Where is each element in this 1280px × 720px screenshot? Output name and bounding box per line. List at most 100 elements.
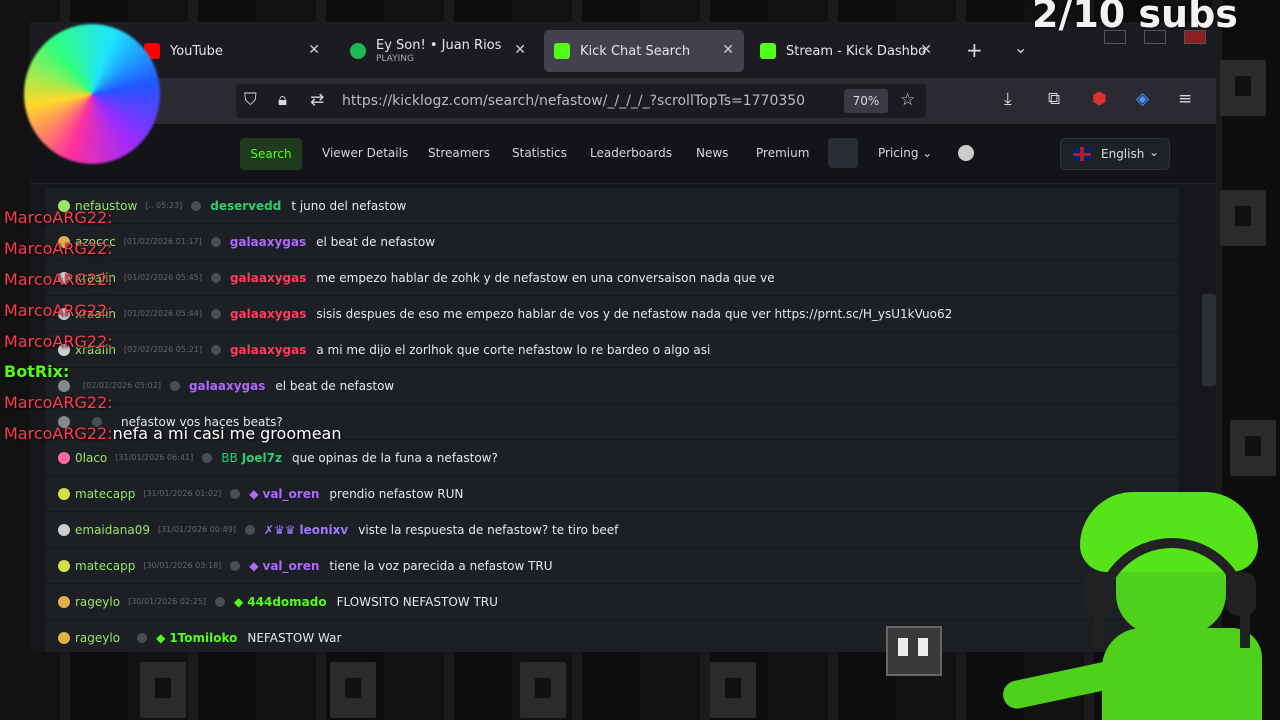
channel-username[interactable]: emaidana09 — [75, 523, 150, 537]
background-tile — [520, 662, 566, 718]
channel-username[interactable]: rageylo — [75, 595, 120, 609]
message-text: viste la respuesta de nefastow? te tiro … — [358, 522, 619, 537]
account-icon[interactable] — [958, 145, 974, 161]
info-icon[interactable] — [230, 560, 241, 571]
scrollbar[interactable] — [1202, 294, 1216, 386]
shield-icon[interactable]: ⛉ — [244, 90, 257, 110]
tab-title: YouTube — [170, 43, 223, 59]
close-icon[interactable]: ✕ — [308, 42, 320, 58]
nav-pricing-label: Pricing — [878, 146, 919, 160]
chat-row[interactable]: rageylo ◆ 1Tomiloko NEFASTOW War — [46, 620, 1178, 652]
subs-counter: 2/10 subs — [1032, 0, 1238, 36]
sender-name[interactable]: leonixv — [300, 523, 349, 537]
close-icon[interactable]: ✕ — [722, 42, 734, 58]
tab-music[interactable]: Ey Son! • Juan Rios PLAYING ✕ — [340, 30, 536, 72]
nav-pricing[interactable]: Pricing ⌄ — [878, 146, 932, 160]
ublock-icon[interactable]: ⬢ — [1092, 89, 1107, 109]
avatar — [58, 595, 70, 608]
discord-icon[interactable] — [828, 138, 858, 168]
overlay-chat-name: MarcoARG22: — [4, 393, 113, 412]
nav-streamers[interactable]: Streamers — [428, 146, 490, 160]
sender-name[interactable]: val_oren — [263, 487, 320, 501]
extension-icon[interactable]: ◈ — [1136, 89, 1149, 109]
sender-name[interactable]: val_oren — [263, 559, 320, 573]
overlay-chat-line: BotRix: — [4, 362, 69, 381]
overlay-chat-name: MarcoARG22: — [4, 424, 113, 443]
uk-flag-icon — [1073, 147, 1091, 161]
avatar — [58, 631, 70, 644]
info-icon[interactable] — [244, 524, 255, 535]
bookmark-star-icon[interactable]: ☆ — [900, 90, 915, 110]
spotify-icon — [350, 43, 366, 59]
extensions-icon[interactable]: ⧉ — [1048, 89, 1060, 109]
message-text: tiene la voz parecida a nefastow TRU — [329, 558, 553, 573]
tab-kick-dashboard[interactable]: Stream - Kick Dashbo ✕ — [750, 30, 942, 72]
info-icon[interactable] — [230, 488, 241, 499]
background-tile — [330, 662, 376, 718]
tab-title-text: Ey Son! • Juan Rios — [376, 38, 502, 53]
url-text[interactable]: https://kicklogz.com/search/nefastow/_/_… — [342, 93, 830, 109]
overlay-chat-name: MarcoARG22: — [4, 208, 113, 227]
timestamp: [31/01/2026 01:02] — [143, 489, 222, 498]
headphone-cup — [1084, 572, 1114, 616]
overlay-chat-name: MarcoARG22: — [4, 239, 113, 258]
permissions-icon[interactable]: ⇄ — [310, 90, 324, 110]
close-icon[interactable]: ✕ — [920, 42, 932, 58]
chevron-down-icon: ⌄ — [1149, 145, 1160, 159]
overlay-chat-line: MarcoARG22: — [4, 332, 113, 351]
new-tab-icon[interactable]: + — [966, 38, 983, 62]
chat-row[interactable]: rageylo [30/01/2026 02:25] ◆ 444domado FLOWS… — [46, 584, 1178, 620]
lock-icon[interactable]: 🔒︎ — [278, 90, 287, 110]
address-bar[interactable]: ⛉ 🔒︎ ⇄ https://kicklogz.com/search/nefas… — [236, 84, 926, 118]
stream-capture: YouTube ✕ Ey Son! • Juan Rios PLAYING ✕ … — [0, 0, 1280, 720]
avatar — [58, 559, 70, 572]
nav-statistics[interactable]: Statistics — [512, 146, 567, 160]
nav-news[interactable]: News — [696, 146, 728, 160]
navigation-toolbar: ⛉ 🔒︎ ⇄ https://kicklogz.com/search/nefas… — [30, 78, 1216, 124]
site-nav: Search Viewer Details Streamers Statisti… — [30, 124, 1216, 184]
badge-icon: ◆ — [156, 630, 166, 645]
language-label: English — [1101, 147, 1145, 161]
close-icon[interactable]: ✕ — [514, 42, 526, 58]
language-select[interactable]: English ⌄ — [1060, 138, 1170, 170]
channel-username[interactable]: matecapp — [75, 487, 135, 501]
overlay-chat-line: MarcoARG22: — [4, 239, 113, 258]
tab-youtube[interactable]: YouTube ✕ — [134, 30, 330, 72]
background-tile — [710, 662, 756, 718]
message-text: prendio nefastow RUN — [329, 486, 464, 501]
download-icon[interactable]: ⤓ — [1004, 89, 1012, 109]
sender-name[interactable]: 444domado — [247, 595, 326, 609]
tab-title: Stream - Kick Dashbo — [786, 43, 927, 59]
badge-icon: ✗♛♛ — [263, 522, 296, 537]
channel-username[interactable]: rageylo — [75, 631, 120, 645]
background-tile — [140, 662, 186, 718]
zoom-level[interactable]: 70% — [844, 89, 888, 113]
tab-title: Kick Chat Search — [580, 43, 691, 59]
channel-username[interactable]: matecapp — [75, 559, 135, 573]
chat-row[interactable]: matecapp [31/01/2026 01:02] ◆ val_oren prend… — [46, 476, 1178, 512]
info-icon[interactable] — [215, 596, 226, 607]
chat-row[interactable]: matecapp [30/01/2026 03:18] ◆ val_oren tiene… — [46, 548, 1178, 584]
chevron-down-icon[interactable]: ⌄ — [1014, 38, 1027, 57]
overlay-chat-name: MarcoARG22: — [4, 301, 113, 320]
message-text: FLOWSITO NEFASTOW TRU — [336, 594, 498, 609]
nav-leaderboards[interactable]: Leaderboards — [590, 146, 672, 160]
tab-kick-chat-search[interactable]: Kick Chat Search ✕ — [544, 30, 744, 72]
sender-name[interactable]: 1Tomiloko — [169, 631, 237, 645]
nav-premium[interactable]: Premium — [756, 146, 809, 160]
timestamp: [30/01/2026 03:18] — [143, 561, 222, 570]
nav-search[interactable]: Search — [240, 138, 302, 170]
kick-icon — [760, 43, 776, 59]
nav-viewer-details[interactable]: Viewer Details — [322, 146, 408, 160]
badge-icon: ◆ — [234, 594, 244, 609]
menu-icon[interactable]: ≡ — [1178, 89, 1192, 109]
background-tile — [1230, 420, 1276, 476]
avatar — [58, 487, 70, 500]
message-text: sisis despues de eso me empezo hablar de… — [316, 306, 953, 321]
robot-figurine — [886, 626, 942, 676]
overlay-chat-name: BotRix: — [4, 362, 70, 381]
overlay-chat-line: MarcoARG22: — [4, 301, 113, 320]
chat-row[interactable]: emaidana09 [31/01/2026 00:49] ✗♛♛ leonixv vi… — [46, 512, 1178, 548]
timestamp: [30/01/2026 02:25] — [128, 597, 207, 606]
info-icon[interactable] — [137, 632, 148, 643]
